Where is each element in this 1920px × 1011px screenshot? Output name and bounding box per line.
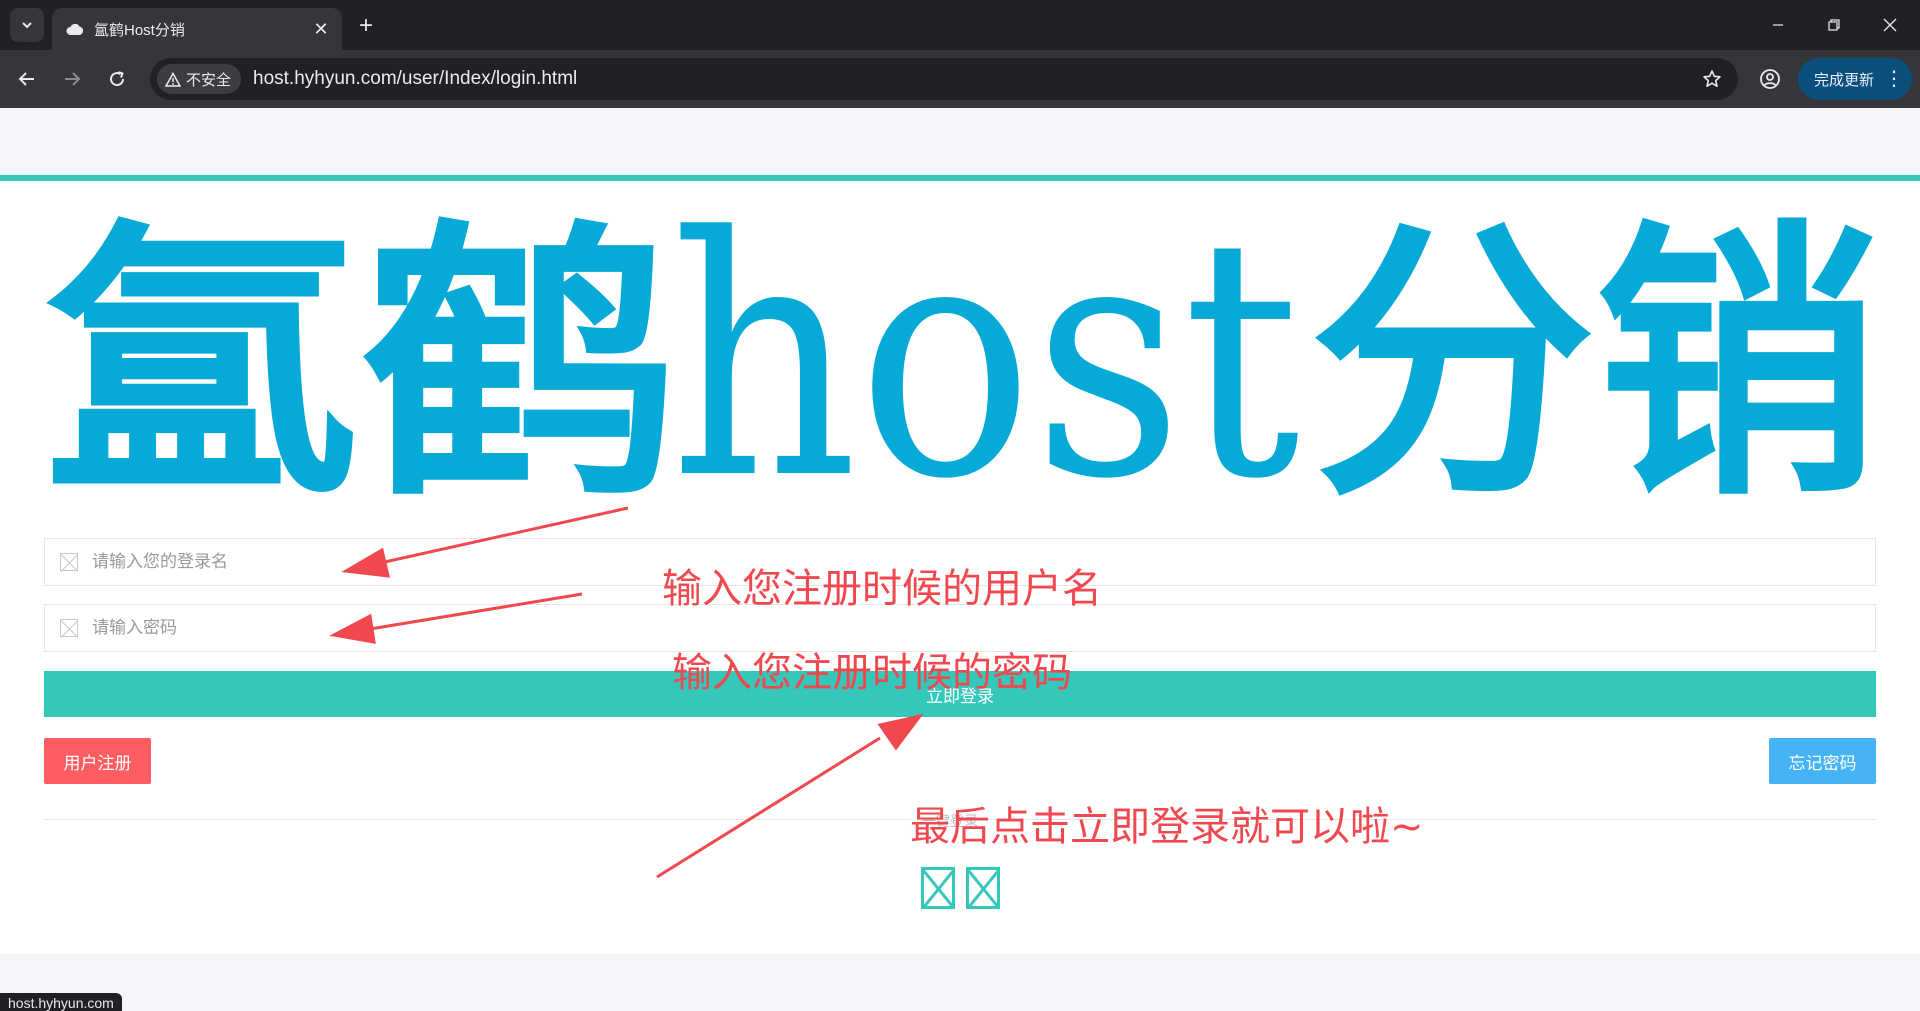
minimize-icon[interactable] [1758, 8, 1798, 42]
qq-login-icon[interactable] [921, 867, 955, 909]
url-text[interactable]: host.hyhyun.com/user/Index/login.html [253, 68, 1694, 90]
restore-icon[interactable] [1814, 8, 1854, 42]
status-bar-url: host.hyhyun.com [0, 993, 122, 1011]
update-button[interactable]: 完成更新 ⋮ [1798, 58, 1912, 100]
register-button[interactable]: 用户注册 [44, 738, 151, 784]
password-annotation: 输入您注册时候的密码 [672, 650, 1072, 696]
reload-icon[interactable] [99, 61, 135, 97]
insecure-label: 不安全 [186, 71, 232, 89]
browser-toolbar: 不安全 host.hyhyun.com/user/Index/login.htm… [0, 50, 1920, 108]
password-input[interactable] [92, 618, 1875, 638]
chevron-down-icon [22, 22, 32, 29]
close-window-icon[interactable] [1870, 8, 1910, 42]
logo-text-cn2: 分销 [1310, 211, 1880, 511]
security-chip[interactable]: 不安全 [157, 64, 242, 94]
page-content: 氲鹤 host 分销 立即登录 用户注册 忘记密码 一键登录 [0, 108, 1920, 1011]
site-logo: 氲鹤 host 分销 [40, 211, 1880, 511]
forward-icon[interactable] [54, 61, 90, 97]
cloud-icon [66, 19, 86, 39]
username-annotation: 输入您注册时候的用户名 [662, 566, 1102, 612]
browser-tab[interactable]: 氲鹤Host分销 ✕ [52, 8, 342, 50]
logo-text-cn1: 氲鹤 [40, 211, 680, 511]
back-icon[interactable] [9, 61, 45, 97]
login-annotation: 最后点击立即登录就可以啦~ [910, 804, 1424, 850]
wechat-login-icon[interactable] [966, 867, 1000, 909]
user-icon [60, 553, 78, 571]
tab-search-button[interactable] [10, 8, 44, 42]
update-label: 完成更新 [1814, 71, 1875, 89]
warning-icon [165, 71, 181, 87]
address-bar[interactable]: 不安全 host.hyhyun.com/user/Index/login.htm… [150, 58, 1738, 100]
profile-icon[interactable] [1752, 61, 1788, 97]
browser-tab-bar: 氲鹤Host分销 ✕ + [0, 0, 1920, 50]
bookmark-star-icon[interactable] [1694, 61, 1730, 97]
more-menu-icon: ⋮ [1884, 68, 1905, 90]
close-tab-icon[interactable]: ✕ [310, 18, 332, 40]
tab-title: 氲鹤Host分销 [94, 21, 185, 39]
forgot-password-button[interactable]: 忘记密码 [1769, 738, 1876, 784]
lock-icon [60, 619, 78, 637]
logo-text-en: host [670, 211, 1301, 511]
new-tab-button[interactable]: + [352, 12, 380, 40]
